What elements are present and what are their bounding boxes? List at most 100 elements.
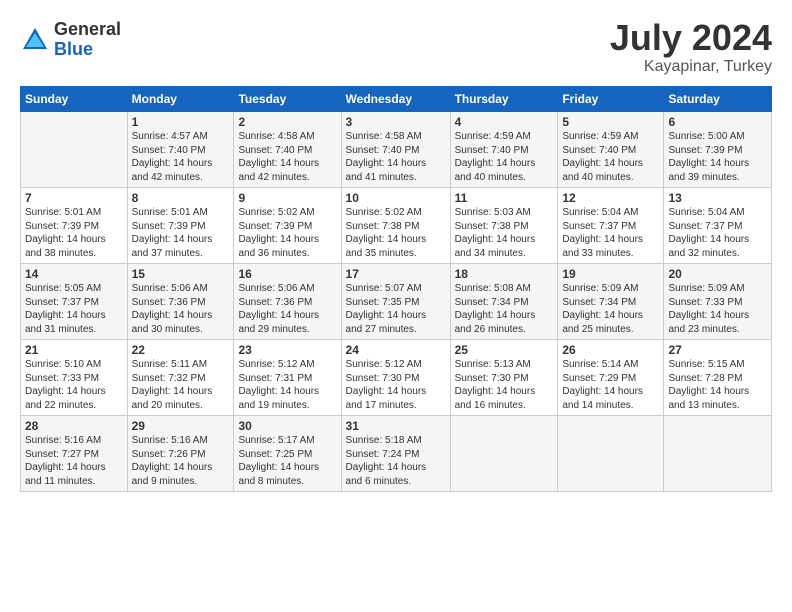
logo: General Blue bbox=[20, 20, 121, 60]
day-number: 29 bbox=[132, 419, 230, 433]
day-info: Sunrise: 5:04 AM Sunset: 7:37 PM Dayligh… bbox=[562, 206, 659, 260]
daylight: Daylight: 14 hours and 36 minutes. bbox=[238, 234, 319, 259]
day-number: 28 bbox=[25, 419, 123, 433]
calendar-body: 1 Sunrise: 4:57 AM Sunset: 7:40 PM Dayli… bbox=[21, 112, 772, 492]
day-info: Sunrise: 5:09 AM Sunset: 7:33 PM Dayligh… bbox=[668, 282, 767, 336]
sunset: Sunset: 7:39 PM bbox=[668, 145, 742, 156]
daylight: Daylight: 14 hours and 19 minutes. bbox=[238, 386, 319, 411]
sunrise: Sunrise: 5:02 AM bbox=[346, 207, 422, 218]
day-number: 23 bbox=[238, 343, 336, 357]
day-info: Sunrise: 4:57 AM Sunset: 7:40 PM Dayligh… bbox=[132, 130, 230, 184]
day-number: 10 bbox=[346, 191, 446, 205]
sunrise: Sunrise: 5:06 AM bbox=[238, 283, 314, 294]
sunset: Sunset: 7:26 PM bbox=[132, 449, 206, 460]
daylight: Daylight: 14 hours and 13 minutes. bbox=[668, 386, 749, 411]
daylight: Daylight: 14 hours and 29 minutes. bbox=[238, 310, 319, 335]
sunset: Sunset: 7:40 PM bbox=[238, 145, 312, 156]
day-info: Sunrise: 5:07 AM Sunset: 7:35 PM Dayligh… bbox=[346, 282, 446, 336]
day-number: 19 bbox=[562, 267, 659, 281]
day-number: 18 bbox=[455, 267, 554, 281]
day-cell: 17 Sunrise: 5:07 AM Sunset: 7:35 PM Dayl… bbox=[341, 264, 450, 340]
sunrise: Sunrise: 5:13 AM bbox=[455, 359, 531, 370]
sunset: Sunset: 7:36 PM bbox=[132, 297, 206, 308]
sunset: Sunset: 7:28 PM bbox=[668, 373, 742, 384]
day-info: Sunrise: 5:04 AM Sunset: 7:37 PM Dayligh… bbox=[668, 206, 767, 260]
day-info: Sunrise: 4:58 AM Sunset: 7:40 PM Dayligh… bbox=[346, 130, 446, 184]
day-number: 25 bbox=[455, 343, 554, 357]
sunrise: Sunrise: 5:04 AM bbox=[668, 207, 744, 218]
daylight: Daylight: 14 hours and 25 minutes. bbox=[562, 310, 643, 335]
sunset: Sunset: 7:38 PM bbox=[455, 221, 529, 232]
day-cell: 27 Sunrise: 5:15 AM Sunset: 7:28 PM Dayl… bbox=[664, 340, 772, 416]
day-number: 5 bbox=[562, 115, 659, 129]
calendar-header: Sunday Monday Tuesday Wednesday Thursday… bbox=[21, 87, 772, 112]
day-cell: 20 Sunrise: 5:09 AM Sunset: 7:33 PM Dayl… bbox=[664, 264, 772, 340]
day-cell: 28 Sunrise: 5:16 AM Sunset: 7:27 PM Dayl… bbox=[21, 416, 128, 492]
day-info: Sunrise: 5:06 AM Sunset: 7:36 PM Dayligh… bbox=[238, 282, 336, 336]
day-info: Sunrise: 5:14 AM Sunset: 7:29 PM Dayligh… bbox=[562, 358, 659, 412]
daylight: Daylight: 14 hours and 22 minutes. bbox=[25, 386, 106, 411]
sunrise: Sunrise: 4:59 AM bbox=[455, 131, 531, 142]
daylight: Daylight: 14 hours and 37 minutes. bbox=[132, 234, 213, 259]
day-info: Sunrise: 5:10 AM Sunset: 7:33 PM Dayligh… bbox=[25, 358, 123, 412]
sunset: Sunset: 7:29 PM bbox=[562, 373, 636, 384]
day-cell: 9 Sunrise: 5:02 AM Sunset: 7:39 PM Dayli… bbox=[234, 188, 341, 264]
day-info: Sunrise: 5:05 AM Sunset: 7:37 PM Dayligh… bbox=[25, 282, 123, 336]
day-cell bbox=[558, 416, 664, 492]
daylight: Daylight: 14 hours and 31 minutes. bbox=[25, 310, 106, 335]
day-info: Sunrise: 4:59 AM Sunset: 7:40 PM Dayligh… bbox=[455, 130, 554, 184]
col-wednesday: Wednesday bbox=[341, 87, 450, 112]
day-cell: 19 Sunrise: 5:09 AM Sunset: 7:34 PM Dayl… bbox=[558, 264, 664, 340]
header-row: Sunday Monday Tuesday Wednesday Thursday… bbox=[21, 87, 772, 112]
day-info: Sunrise: 4:59 AM Sunset: 7:40 PM Dayligh… bbox=[562, 130, 659, 184]
sunrise: Sunrise: 5:01 AM bbox=[25, 207, 101, 218]
sunrise: Sunrise: 5:17 AM bbox=[238, 435, 314, 446]
day-number: 2 bbox=[238, 115, 336, 129]
sunrise: Sunrise: 5:10 AM bbox=[25, 359, 101, 370]
daylight: Daylight: 14 hours and 26 minutes. bbox=[455, 310, 536, 335]
day-info: Sunrise: 5:01 AM Sunset: 7:39 PM Dayligh… bbox=[25, 206, 123, 260]
sunrise: Sunrise: 5:09 AM bbox=[668, 283, 744, 294]
day-cell: 7 Sunrise: 5:01 AM Sunset: 7:39 PM Dayli… bbox=[21, 188, 128, 264]
sunset: Sunset: 7:40 PM bbox=[455, 145, 529, 156]
day-number: 17 bbox=[346, 267, 446, 281]
day-info: Sunrise: 5:06 AM Sunset: 7:36 PM Dayligh… bbox=[132, 282, 230, 336]
col-friday: Friday bbox=[558, 87, 664, 112]
page: General Blue July 2024 Kayapinar, Turkey… bbox=[0, 0, 792, 612]
sunset: Sunset: 7:37 PM bbox=[668, 221, 742, 232]
sunset: Sunset: 7:25 PM bbox=[238, 449, 312, 460]
day-number: 30 bbox=[238, 419, 336, 433]
day-info: Sunrise: 5:02 AM Sunset: 7:39 PM Dayligh… bbox=[238, 206, 336, 260]
day-cell: 15 Sunrise: 5:06 AM Sunset: 7:36 PM Dayl… bbox=[127, 264, 234, 340]
day-cell: 8 Sunrise: 5:01 AM Sunset: 7:39 PM Dayli… bbox=[127, 188, 234, 264]
day-cell: 24 Sunrise: 5:12 AM Sunset: 7:30 PM Dayl… bbox=[341, 340, 450, 416]
sunset: Sunset: 7:34 PM bbox=[455, 297, 529, 308]
day-cell: 30 Sunrise: 5:17 AM Sunset: 7:25 PM Dayl… bbox=[234, 416, 341, 492]
sunrise: Sunrise: 5:11 AM bbox=[132, 359, 207, 370]
daylight: Daylight: 14 hours and 35 minutes. bbox=[346, 234, 427, 259]
daylight: Daylight: 14 hours and 32 minutes. bbox=[668, 234, 749, 259]
day-number: 27 bbox=[668, 343, 767, 357]
day-cell: 10 Sunrise: 5:02 AM Sunset: 7:38 PM Dayl… bbox=[341, 188, 450, 264]
col-monday: Monday bbox=[127, 87, 234, 112]
daylight: Daylight: 14 hours and 14 minutes. bbox=[562, 386, 643, 411]
sunset: Sunset: 7:39 PM bbox=[25, 221, 99, 232]
day-cell: 18 Sunrise: 5:08 AM Sunset: 7:34 PM Dayl… bbox=[450, 264, 558, 340]
daylight: Daylight: 14 hours and 34 minutes. bbox=[455, 234, 536, 259]
week-row-1: 1 Sunrise: 4:57 AM Sunset: 7:40 PM Dayli… bbox=[21, 112, 772, 188]
calendar-table: Sunday Monday Tuesday Wednesday Thursday… bbox=[20, 86, 772, 492]
day-cell: 11 Sunrise: 5:03 AM Sunset: 7:38 PM Dayl… bbox=[450, 188, 558, 264]
daylight: Daylight: 14 hours and 42 minutes. bbox=[132, 158, 213, 183]
day-number: 21 bbox=[25, 343, 123, 357]
sunrise: Sunrise: 5:14 AM bbox=[562, 359, 638, 370]
sunset: Sunset: 7:35 PM bbox=[346, 297, 420, 308]
sunset: Sunset: 7:39 PM bbox=[238, 221, 312, 232]
sunrise: Sunrise: 5:12 AM bbox=[238, 359, 314, 370]
daylight: Daylight: 14 hours and 6 minutes. bbox=[346, 462, 427, 487]
sunset: Sunset: 7:33 PM bbox=[668, 297, 742, 308]
day-number: 4 bbox=[455, 115, 554, 129]
sunset: Sunset: 7:32 PM bbox=[132, 373, 206, 384]
day-info: Sunrise: 5:12 AM Sunset: 7:30 PM Dayligh… bbox=[346, 358, 446, 412]
day-cell: 2 Sunrise: 4:58 AM Sunset: 7:40 PM Dayli… bbox=[234, 112, 341, 188]
sunrise: Sunrise: 5:09 AM bbox=[562, 283, 638, 294]
